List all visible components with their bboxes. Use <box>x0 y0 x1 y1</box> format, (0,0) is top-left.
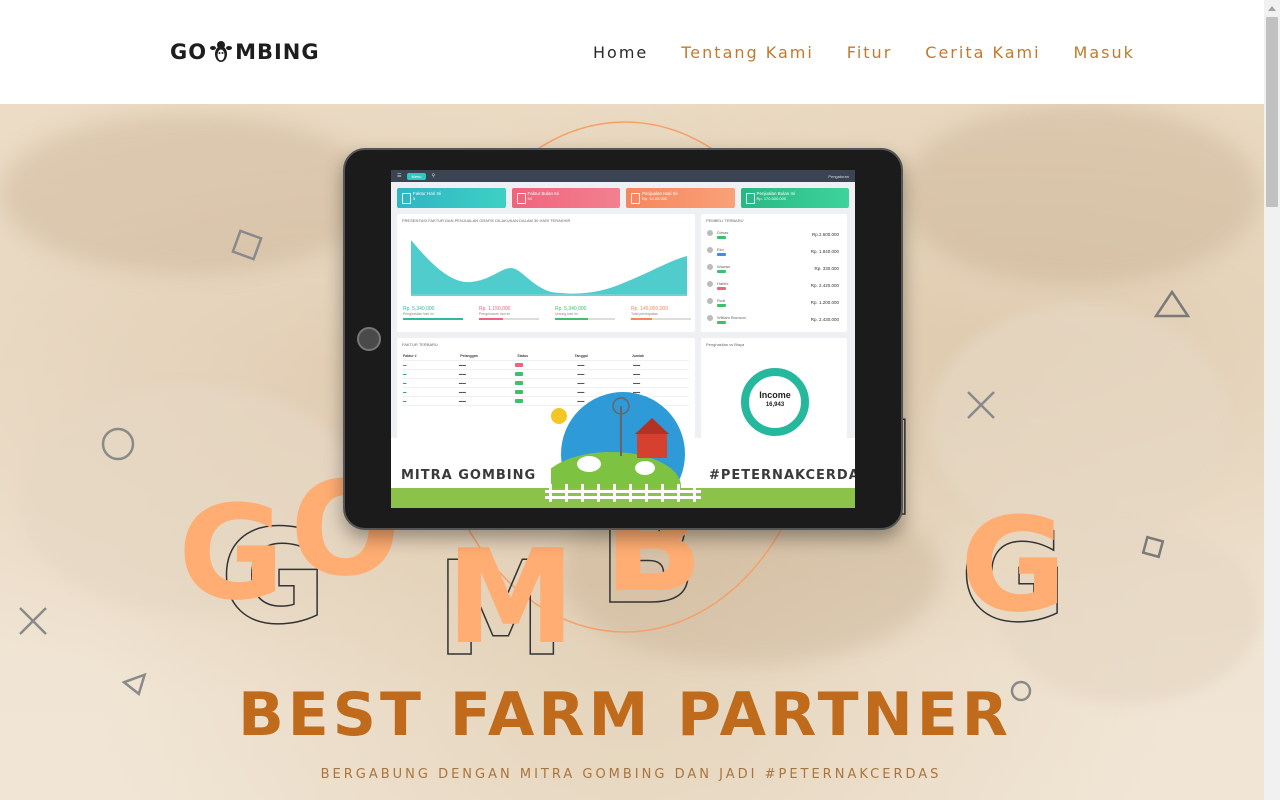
brand-name-right: MBING <box>235 40 320 64</box>
big-letter-m: M <box>446 521 576 673</box>
big-letter-g: G <box>960 489 1067 641</box>
stat-label: Untung hari ini <box>555 312 578 316</box>
square-outline-icon <box>231 229 263 261</box>
bg-shadow <box>0 114 380 274</box>
card-title: Faktur Bulan Ini <box>527 191 560 196</box>
stat-label: Penghasilan hari ini <box>403 312 434 316</box>
stat-total: Rp. 145,000,000 Total pendapatan <box>631 306 691 320</box>
buyer-row: William Brunson Rp. 2.430.000 <box>707 315 839 331</box>
stat-income: Rp. 5,340,000 Penghasilan hari ini <box>403 306 463 320</box>
stat-profit: Rp. 5,340,000 Untung hari ini <box>555 306 615 320</box>
card-title: Faktur Hari Ini <box>413 191 442 196</box>
stat-label: Pengeluaran hari ini <box>479 312 511 316</box>
promo-right-text: #PETERNAKCERDAS <box>709 468 855 483</box>
brand-logo[interactable]: GO MBING <box>170 40 320 64</box>
promo-left-text: MITRA GOMBING <box>401 468 537 483</box>
summary-card: Faktur Bulan Ini 54 <box>511 188 620 208</box>
panel-title: Faktur Terbaru <box>402 342 438 347</box>
fence-illustration <box>545 484 701 502</box>
card-value: Rp. 170.000.000 <box>756 196 787 201</box>
cross-icon <box>19 607 47 635</box>
donut-label: Income <box>759 390 791 400</box>
buyer-row: Habibi Rp. 2.420.000 <box>707 281 839 297</box>
hero-section: G M B N G G O M B I G ☰ Menu ⚲ Pengatura… <box>0 104 1264 800</box>
menu-icon: ☰ <box>397 173 402 179</box>
income-vs-cost-panel: Penghasilan vs Biaya Income 16,943 <box>701 338 847 438</box>
square-outline-icon <box>1141 535 1165 559</box>
main-nav: Home Tentang Kami Fitur Cerita Kami Masu… <box>593 43 1135 62</box>
summary-card: Faktur Hari Ini 5 <box>397 188 506 208</box>
area-chart <box>411 240 687 296</box>
summary-card: Penjualan Bulan Ini Rp. 170.000.000 <box>740 188 849 208</box>
card-value: Rp. 12.00.000 <box>642 196 668 201</box>
table-row: ▬▬▬▬▬▬▬ <box>403 370 689 379</box>
triangle-outline-icon <box>1153 289 1191 318</box>
stat-bar <box>403 318 463 320</box>
sales-chart-panel: Presentasi faktur dan penjualan grafik d… <box>397 214 695 332</box>
card-value: 54 <box>527 196 532 201</box>
nav-item-tentang-kami[interactable]: Tentang Kami <box>681 43 814 62</box>
hero-headline: BEST FARM PARTNER <box>238 680 1012 750</box>
recent-buyers-panel: Pembeli Terbaru Dimas Rp.2.600.000 Eko Rp.… <box>701 214 847 332</box>
site-header: GO MBING Home Tentang Kami Fitur Cerita … <box>0 0 1264 104</box>
page-scrollbar[interactable] <box>1264 0 1280 800</box>
stat-label: Total pendapatan <box>631 312 658 316</box>
panel-title: Pembeli Terbaru <box>706 218 744 223</box>
hero-subline: BERGABUNG DENGAN MITRA GOMBING DAN JADI … <box>320 767 942 782</box>
circle-outline-icon <box>101 427 135 461</box>
buyer-row: Wawan Rp. 330.000 <box>707 264 839 280</box>
search-icon: ⚲ <box>431 173 436 179</box>
nav-item-masuk[interactable]: Masuk <box>1074 43 1135 62</box>
buyer-row: Dimas Rp.2.600.000 <box>707 230 839 246</box>
scrollbar-thumb[interactable] <box>1266 17 1278 207</box>
topbar-settings: Pengaturan <box>828 173 849 179</box>
buyer-row: Eko Rp. 1.840.000 <box>707 247 839 263</box>
cross-icon <box>967 391 995 419</box>
panel-title: Presentasi faktur dan penjualan grafik d… <box>402 218 571 223</box>
summary-card: Penjualan Hari Ini Rp. 12.00.000 <box>626 188 735 208</box>
dashboard-screen: ☰ Menu ⚲ Pengaturan Faktur Hari Ini 5 Fa… <box>391 170 855 508</box>
stat-bar <box>555 318 615 320</box>
card-value: 5 <box>413 196 416 201</box>
buyer-row: Rudi Rp. 1.200.000 <box>707 298 839 314</box>
nav-item-fitur[interactable]: Fitur <box>847 43 892 62</box>
sheep-head-icon <box>210 41 233 62</box>
brand-name-left: GO <box>170 40 208 64</box>
tablet-mockup: ☰ Menu ⚲ Pengaturan Faktur Hari Ini 5 Fa… <box>343 148 903 530</box>
donut-value: 16,943 <box>765 402 785 408</box>
tablet-camera <box>357 327 381 351</box>
nav-item-cerita-kami[interactable]: Cerita Kami <box>925 43 1040 62</box>
big-letter-g: G <box>178 477 285 629</box>
stat-expense: Rp. 1,150,000 Pengeluaran hari ini <box>479 306 539 320</box>
stat-bar <box>479 318 539 320</box>
panel-title: Penghasilan vs Biaya <box>706 342 745 347</box>
nav-item-home[interactable]: Home <box>593 43 648 62</box>
invoice-table-header: Faktur # Pelanggan Status Tanggal Jumlah <box>403 352 689 361</box>
scroll-up-arrow-icon[interactable] <box>1264 0 1280 16</box>
bg-shadow <box>900 104 1260 284</box>
stat-bar <box>631 318 691 320</box>
dashboard-topbar: ☰ Menu ⚲ Pengaturan <box>391 170 855 182</box>
table-row: ▬▬▬▬▬▬▬ <box>403 361 689 370</box>
topbar-tag: Menu <box>407 172 426 180</box>
summary-cards: Faktur Hari Ini 5 Faktur Bulan Ini 54 Pe… <box>391 182 855 208</box>
